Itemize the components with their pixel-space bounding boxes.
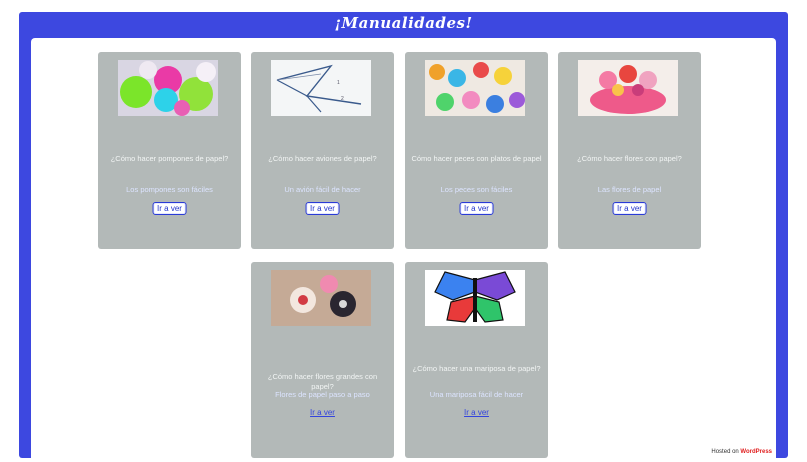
card-peces[interactable]: Cómo hacer peces con platos de papel Los… (405, 52, 548, 249)
card-caption: ¿Cómo hacer pompones de papel? (110, 154, 229, 163)
paper-fish-image[interactable] (425, 60, 525, 116)
view-button[interactable]: Ir a ver (152, 202, 187, 215)
view-button[interactable]: Ir a ver (305, 202, 340, 215)
card-mariposa[interactable]: ¿Cómo hacer una mariposa de papel? Una m… (405, 262, 548, 458)
card-meta: Las flores de papel (597, 185, 662, 194)
footer-credit[interactable]: Hosted on WordPress (711, 449, 772, 455)
card-meta: Una mariposa fácil de hacer (429, 390, 524, 399)
card-meta: Flores de papel paso a paso (275, 390, 370, 399)
card-caption: ¿Cómo hacer flores con papel? (577, 154, 682, 163)
paper-flowers-image[interactable] (578, 60, 678, 116)
card-pompones[interactable]: ¿Cómo hacer pompones de papel? Los pompo… (98, 52, 241, 249)
view-link[interactable]: Ir a ver (310, 408, 335, 417)
card-meta: Los peces son fáciles (440, 185, 513, 194)
pompom-image[interactable] (118, 60, 218, 116)
card-caption: ¿Cómo hacer aviones de papel? (268, 154, 377, 163)
footer-prefix: Hosted on (711, 449, 739, 455)
view-link[interactable]: Ir a ver (464, 408, 489, 417)
card-caption: ¿Cómo hacer una mariposa de papel? (412, 364, 541, 373)
content-panel: ¿Cómo hacer pompones de papel? Los pompo… (31, 38, 776, 458)
card-meta: Un avión fácil de hacer (284, 185, 361, 194)
paper-plane-image[interactable]: 1 2 (271, 60, 371, 116)
page-frame: ¡Manualidades! ¿Cómo hacer pompones de p… (19, 12, 788, 458)
view-button[interactable]: Ir a ver (459, 202, 494, 215)
card-flores-grandes[interactable]: ¿Cómo hacer flores grandes con papel? Fl… (251, 262, 394, 458)
card-aviones[interactable]: 1 2 ¿Cómo hacer aviones de papel? Un avi… (251, 52, 394, 249)
card-caption: ¿Cómo hacer flores grandes con papel? (267, 372, 378, 391)
svg-text:1: 1 (337, 80, 340, 86)
butterfly-image[interactable] (425, 270, 525, 326)
svg-text:2: 2 (341, 96, 344, 102)
view-button[interactable]: Ir a ver (612, 202, 647, 215)
large-flowers-image[interactable] (271, 270, 371, 326)
footer-brand[interactable]: WordPress (740, 449, 772, 455)
page-title: ¡Manualidades! (334, 14, 473, 32)
card-caption: Cómo hacer peces con platos de papel (411, 154, 542, 163)
card-flores[interactable]: ¿Cómo hacer flores con papel? Las flores… (558, 52, 701, 249)
card-meta: Los pompones son fáciles (126, 185, 213, 194)
